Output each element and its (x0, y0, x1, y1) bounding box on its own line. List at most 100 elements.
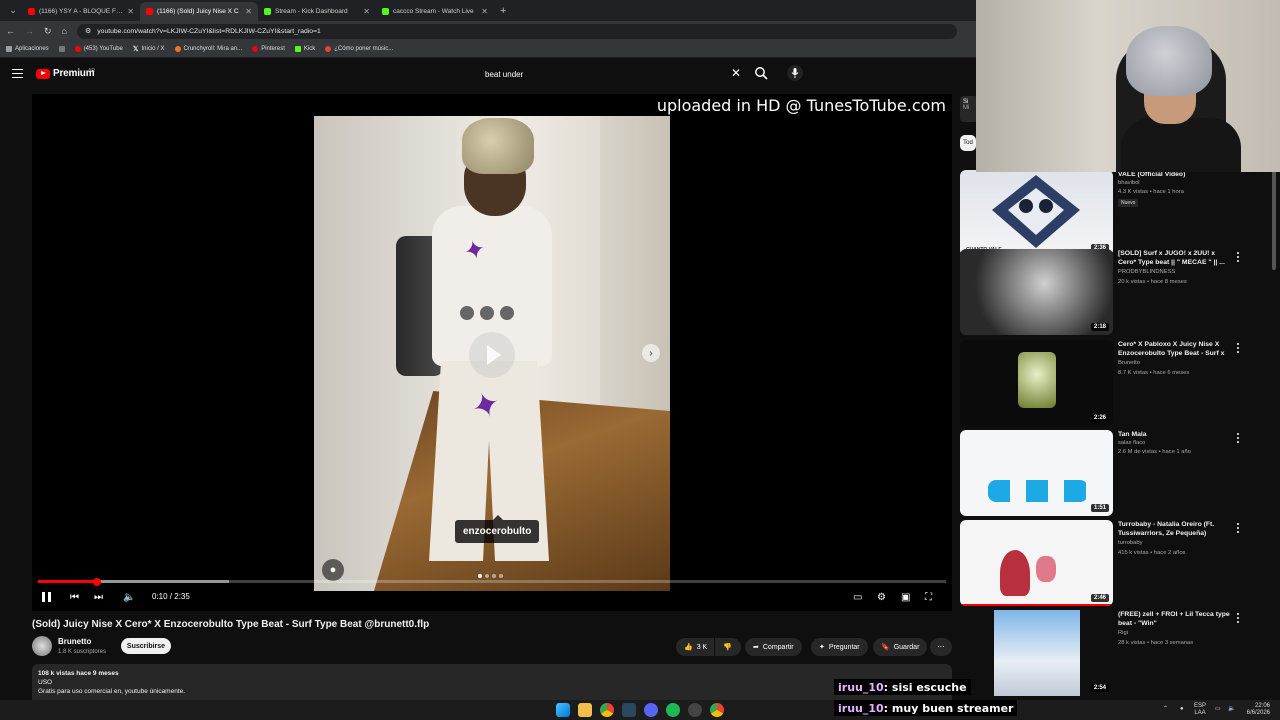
spotify-icon[interactable] (666, 703, 680, 717)
filter-chip-all[interactable]: Tod (960, 135, 976, 151)
bookmark-grid[interactable] (58, 46, 65, 52)
home-icon[interactable]: ⌂ (62, 26, 67, 36)
pause-button[interactable] (42, 591, 51, 603)
recommendation-thumbnail[interactable]: 1:51 (960, 430, 1113, 516)
address-bar[interactable]: ⚙ youtube.com/watch?v=LKJIW-CZuYI&list=R… (76, 23, 957, 39)
file-explorer-icon[interactable] (578, 703, 592, 717)
more-options-icon[interactable] (1236, 433, 1240, 445)
next-photo-icon[interactable]: › (642, 344, 660, 362)
volume-tray-icon[interactable]: 🔈 (1228, 706, 1235, 713)
more-options-icon[interactable] (1236, 613, 1240, 625)
menu-icon[interactable] (12, 69, 23, 78)
like-button[interactable]: 👍 3 K (676, 638, 714, 656)
volume-button[interactable]: 🔈 (123, 591, 135, 603)
language-indicator[interactable]: ESP LAA (1194, 703, 1206, 717)
recommendation-channel[interactable]: PRODBYBLINDNESS (1118, 269, 1175, 275)
tab-search-icon[interactable]: ⌄ (4, 1, 22, 19)
bookmark-youtube[interactable]: (453) YouTube (74, 46, 123, 52)
steam-icon[interactable] (622, 703, 636, 717)
browser-tab-0[interactable]: (1166) YSY A - BLOQUE FINAL ✕ (22, 2, 140, 21)
forward-icon[interactable]: → (25, 26, 34, 36)
fullscreen-button[interactable]: ⛶ (925, 591, 932, 603)
more-options-icon[interactable] (1236, 343, 1240, 355)
tray-app-icon[interactable]: ● (1180, 706, 1184, 713)
recommendation-thumbnail[interactable]: CUANTO VALE 2:36 (960, 170, 1113, 256)
description-box[interactable]: 108 k vistas hace 9 meses USO Gratis par… (32, 664, 952, 704)
bookmark-crunchyroll[interactable]: Crunchyroll: Mira an... (174, 46, 242, 52)
recommendation-item[interactable]: 2:18 [SOLD] Surf x JUGO! x 2UU! x Cero* … (960, 249, 1260, 335)
bookmark-apps[interactable]: Aplicaciones (6, 46, 49, 52)
tab-close-icon[interactable]: ✕ (481, 7, 488, 16)
browser-tab-1[interactable]: (1166) (Sold) Juicy Nise X C ✕ (140, 2, 258, 21)
obs-icon[interactable] (688, 703, 702, 717)
recommendation-thumbnail[interactable]: 2:18 (960, 249, 1113, 335)
back-icon[interactable]: ← (6, 26, 15, 36)
bookmark-music[interactable]: ¿Cómo poner músic... (325, 46, 393, 52)
recommendation-thumbnail[interactable]: 2:26 (960, 340, 1113, 426)
more-options-icon[interactable] (1236, 252, 1240, 264)
windows-start-icon[interactable] (556, 703, 570, 717)
recommendation-meta: 2.6 M de vistas • hace 1 año (1118, 449, 1191, 455)
mic-icon[interactable] (787, 65, 803, 81)
chrome-icon[interactable] (600, 703, 614, 717)
discord-icon[interactable] (644, 703, 658, 717)
recommendation-title[interactable]: [SOLD] Surf x JUGO! x 2UU! x Cero* Type … (1118, 249, 1230, 267)
bookmark-pinterest[interactable]: Pinterest (252, 46, 285, 52)
recommendation-channel[interactable]: bhavibol (1118, 180, 1140, 186)
play-overlay-icon[interactable] (469, 332, 515, 378)
tab-close-icon[interactable]: ✕ (127, 7, 134, 16)
recommendation-channel[interactable]: turrobaby (1118, 540, 1143, 546)
subtitles-button[interactable]: ▭ (853, 591, 862, 603)
channel-avatar[interactable] (32, 636, 52, 656)
page-scrollbar[interactable] (1272, 170, 1276, 270)
dislike-button[interactable]: 👎 (715, 638, 741, 656)
tab-close-icon[interactable]: ✕ (363, 7, 370, 16)
site-info-icon[interactable]: ⚙ (85, 27, 91, 35)
monitor-icon[interactable]: ▭ (1215, 706, 1221, 713)
search-input[interactable]: beat under (478, 65, 748, 83)
profile-icon[interactable]: ● (322, 559, 344, 581)
recommendation-channel[interactable]: Rigi (1118, 630, 1128, 636)
recommendation-item[interactable]: 2:26 Cero* X Pabloxo X Juicy Nise X Enzo… (960, 340, 1260, 426)
recommendation-thumbnail[interactable]: 2:46 (960, 520, 1113, 606)
recommendation-item[interactable]: 1:51 Tan Mala salas flaco 2.6 M de vista… (960, 430, 1260, 516)
previous-button[interactable]: ⏮ (70, 591, 79, 603)
save-button[interactable]: 🔖 Guardar (873, 638, 928, 656)
more-options-icon[interactable] (1236, 523, 1240, 535)
bookmark-kick[interactable]: Kick (294, 46, 315, 52)
clock[interactable]: 22:06 6/6/2026 (1240, 703, 1270, 717)
new-tab-button[interactable]: + (500, 5, 506, 17)
youtube-premium-logo[interactable]: Premium (36, 68, 95, 79)
recommendation-item[interactable]: CUANTO VALE 2:36 VALE (Official Video) b… (960, 170, 1260, 256)
next-button[interactable]: ⏭ (94, 591, 103, 603)
recommendation-item[interactable]: 2:54 (FREE) zell + FROI + Lil Tecca type… (960, 610, 1260, 696)
browser-tab-3[interactable]: caccco Stream - Watch Live ✕ (376, 2, 494, 21)
clear-search-icon[interactable]: ✕ (731, 66, 741, 80)
recommendation-title[interactable]: (FREE) zell + FROI + Lil Tecca type beat… (1118, 610, 1230, 628)
channel-name[interactable]: Brunetto (58, 637, 91, 646)
tray-chevron-icon[interactable]: ⌃ (1163, 706, 1168, 713)
progress-scrubber[interactable] (93, 577, 102, 586)
share-button[interactable]: ➦ Compartir (745, 638, 802, 656)
recommendation-title[interactable]: Tan Mala (1118, 430, 1230, 439)
recommendation-title[interactable]: Cero* X Pabloxo X Juicy Nise X Enzocerob… (1118, 340, 1230, 358)
ask-button[interactable]: ✦ Preguntar (811, 638, 868, 656)
recommendation-item[interactable]: 2:46 Turrobaby - Natalia Oreiro (Ft. Tus… (960, 520, 1260, 606)
recommendation-channel[interactable]: Brunetto (1118, 360, 1140, 366)
recommendation-thumbnail[interactable]: 2:54 (960, 610, 1113, 696)
chrome-alt-icon[interactable] (710, 703, 724, 717)
subscribe-button[interactable]: Suscribirse (121, 638, 171, 654)
video-player[interactable]: uploaded in HD @ TunesToTube.com ✦ ✦ › e… (32, 94, 952, 611)
url-text[interactable]: youtube.com/watch?v=LKJIW-CZuYI&list=RDL… (97, 28, 321, 35)
reload-icon[interactable]: ↻ (44, 26, 52, 37)
search-icon[interactable] (754, 66, 768, 80)
progress-bar[interactable] (38, 577, 946, 586)
miniplayer-button[interactable]: ▣ (901, 591, 910, 603)
bookmark-x[interactable]: 𝕏 Inicio / X (133, 45, 165, 53)
tab-close-icon[interactable]: ✕ (245, 7, 252, 16)
more-actions-button[interactable]: ⋯ (930, 638, 952, 656)
recommendation-title[interactable]: Turrobaby - Natalia Oreiro (Ft. Tussiwar… (1118, 520, 1230, 538)
recommendation-channel[interactable]: salas flaco (1118, 440, 1145, 446)
browser-tab-2[interactable]: Stream - Kick Dashboard ✕ (258, 2, 376, 21)
settings-button[interactable]: ⚙ (877, 591, 886, 603)
